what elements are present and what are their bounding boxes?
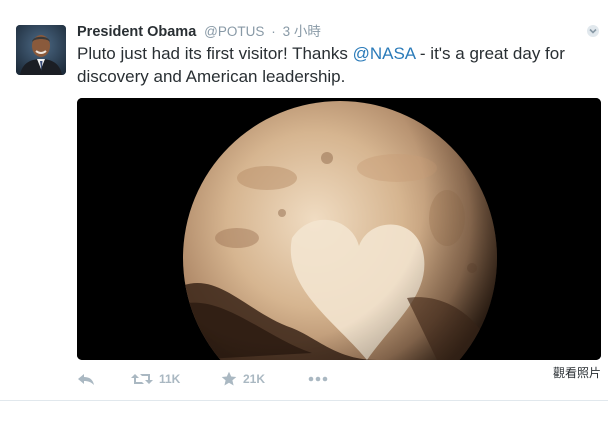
avatar[interactable] xyxy=(16,25,66,75)
tweet-timestamp[interactable]: 3 小時 xyxy=(283,24,321,39)
author-handle[interactable]: @POTUS xyxy=(204,24,264,39)
view-photo-link[interactable]: 觀看照片 xyxy=(553,364,601,381)
more-button[interactable] xyxy=(308,368,328,390)
tweet-header: President Obama @POTUS · 3 小時 xyxy=(77,22,321,41)
retweet-button[interactable]: 11K xyxy=(131,368,180,390)
reply-button[interactable] xyxy=(77,368,95,390)
favorite-count: 21K xyxy=(243,372,266,386)
tweet-photo[interactable] xyxy=(77,98,601,360)
star-icon xyxy=(221,371,237,387)
avatar-image xyxy=(16,25,66,75)
separator-dot: · xyxy=(271,24,276,39)
mention-link[interactable]: @NASA xyxy=(353,44,416,63)
reply-icon xyxy=(77,371,95,387)
tweet-card: President Obama @POTUS · 3 小時 Pluto just… xyxy=(0,0,608,401)
tweet-actions: 11K 21K xyxy=(77,368,601,390)
pluto-image xyxy=(77,98,601,360)
more-icon xyxy=(308,376,328,382)
tweet-text-before: Pluto just had its first visitor! Thanks xyxy=(77,44,353,63)
retweet-count: 11K xyxy=(159,372,181,386)
retweet-icon xyxy=(131,371,153,387)
tweet-text: Pluto just had its first visitor! Thanks… xyxy=(77,42,577,88)
author-name[interactable]: President Obama xyxy=(77,24,196,40)
favorite-button[interactable]: 21K xyxy=(221,368,265,390)
chevron-down-icon[interactable] xyxy=(586,24,600,38)
